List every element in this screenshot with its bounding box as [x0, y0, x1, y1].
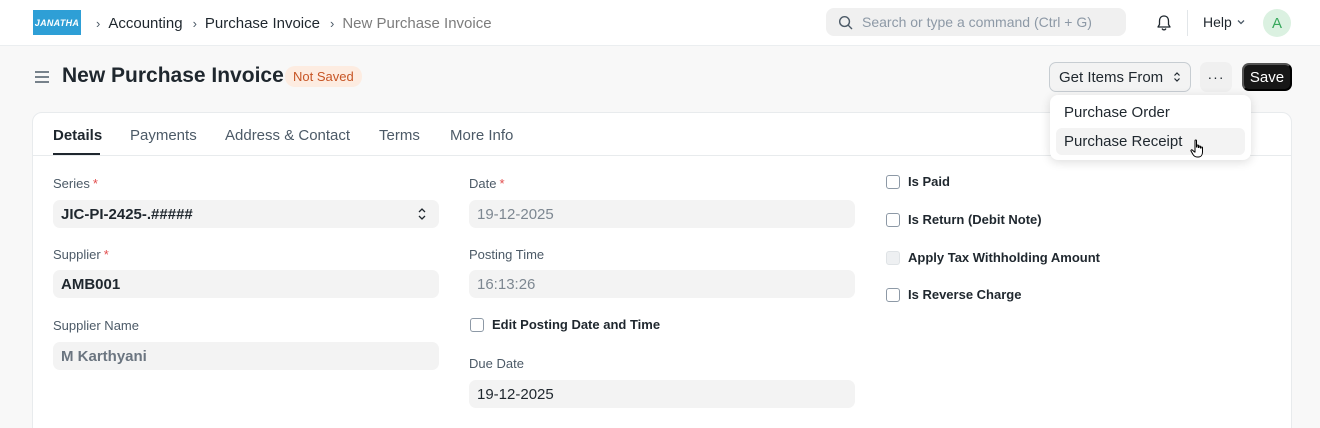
due-date-field[interactable]: 19-12-2025	[469, 380, 855, 408]
chevron-right-icon: ›	[192, 15, 197, 31]
series-value: JIC-PI-2425-.#####	[61, 205, 193, 223]
edit-posting-checkbox-row[interactable]: Edit Posting Date and Time	[470, 317, 660, 332]
series-label: Series *	[53, 176, 98, 191]
supplier-label: Supplier *	[53, 247, 109, 262]
reverse-charge-row[interactable]: Is Reverse Charge	[886, 287, 1021, 302]
series-select[interactable]: JIC-PI-2425-.#####	[53, 200, 439, 228]
supplier-field[interactable]: AMB001	[53, 270, 439, 298]
posting-time-value: 16:13:26	[477, 275, 536, 293]
date-label: Date *	[469, 176, 505, 191]
navbar-divider	[1187, 10, 1188, 36]
page-title: New Purchase Invoice	[62, 64, 284, 87]
chevron-right-icon: ›	[96, 15, 101, 31]
help-menu[interactable]: Help	[1203, 14, 1246, 30]
supplier-name-label: Supplier Name	[53, 318, 139, 333]
reverse-charge-label: Is Reverse Charge	[908, 287, 1022, 302]
select-caret-icon	[418, 208, 426, 220]
status-badge: Not Saved	[285, 66, 362, 87]
save-button[interactable]: Save	[1242, 63, 1292, 91]
breadcrumb: › Accounting › Purchase Invoice › New Pu…	[96, 0, 502, 46]
is-paid-row[interactable]: Is Paid	[886, 174, 950, 189]
chevron-down-icon	[1237, 20, 1245, 25]
get-items-dropdown: Purchase Order Purchase Receipt	[1050, 95, 1251, 160]
is-return-row[interactable]: Is Return (Debit Note)	[886, 212, 1042, 227]
search-bar[interactable]	[826, 8, 1126, 36]
dropdown-item-purchase-receipt[interactable]: Purchase Receipt	[1056, 128, 1245, 155]
hand-cursor-icon	[1190, 139, 1203, 158]
dropdown-item-purchase-order[interactable]: Purchase Order	[1056, 99, 1245, 126]
due-date-label: Due Date	[469, 356, 524, 371]
edit-posting-checkbox[interactable]	[470, 317, 484, 332]
due-date-value: 19-12-2025	[477, 385, 554, 403]
avatar[interactable]: A	[1263, 9, 1291, 37]
sidebar-toggle-icon[interactable]	[33, 68, 51, 86]
apply-tax-checkbox	[886, 250, 900, 265]
date-value: 19-12-2025	[477, 205, 554, 223]
get-items-from-label: Get Items From	[1059, 68, 1164, 86]
active-tab-indicator	[53, 153, 100, 155]
tab-details[interactable]: Details	[53, 127, 102, 144]
tab-address-contact[interactable]: Address & Contact	[225, 127, 350, 144]
breadcrumb-current: New Purchase Invoice	[342, 14, 492, 32]
app-logo[interactable]: JANATHA	[33, 10, 81, 35]
get-items-from-button[interactable]: Get Items From	[1049, 62, 1191, 92]
posting-time-field[interactable]: 16:13:26	[469, 270, 855, 298]
notification-bell-icon[interactable]	[1154, 13, 1174, 33]
help-label: Help	[1203, 14, 1232, 30]
edit-posting-label: Edit Posting Date and Time	[492, 317, 661, 332]
more-actions-button[interactable]: ···	[1200, 62, 1232, 92]
supplier-name-field: M Karthyani	[53, 342, 439, 370]
search-icon	[838, 15, 853, 29]
is-return-checkbox[interactable]	[886, 212, 900, 227]
supplier-value: AMB001	[61, 275, 121, 293]
breadcrumb-accounting[interactable]: Accounting	[108, 15, 182, 32]
apply-tax-row: Apply Tax Withholding Amount	[886, 250, 1100, 265]
is-return-label: Is Return (Debit Note)	[908, 212, 1042, 227]
breadcrumb-purchase-invoice[interactable]: Purchase Invoice	[205, 15, 320, 32]
is-paid-checkbox[interactable]	[886, 174, 900, 189]
chevron-right-icon: ›	[329, 15, 335, 31]
date-field[interactable]: 19-12-2025	[469, 200, 855, 228]
posting-time-label: Posting Time	[469, 247, 545, 262]
apply-tax-label: Apply Tax Withholding Amount	[908, 250, 1100, 265]
reverse-charge-checkbox[interactable]	[886, 287, 900, 302]
tab-terms[interactable]: Terms	[379, 127, 420, 144]
navbar: JANATHA › Accounting › Purchase Invoice …	[0, 0, 1320, 46]
select-caret-icon	[1174, 72, 1181, 82]
search-input[interactable]	[862, 14, 1112, 30]
tab-more-info[interactable]: More Info	[450, 127, 513, 144]
is-paid-label: Is Paid	[908, 174, 950, 189]
tab-payments[interactable]: Payments	[130, 127, 197, 144]
supplier-name-value: M Karthyani	[61, 347, 147, 365]
